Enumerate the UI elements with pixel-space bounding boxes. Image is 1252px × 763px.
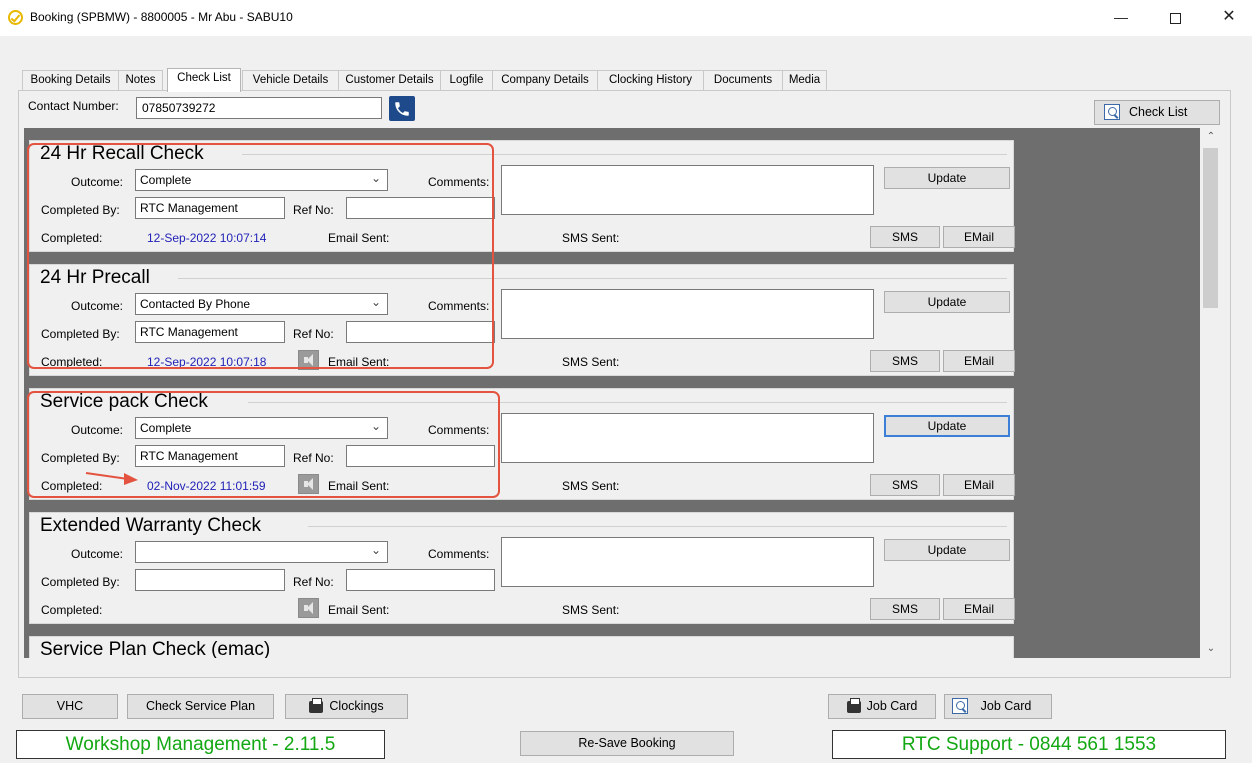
maximize-button[interactable] <box>1160 5 1190 29</box>
update-button[interactable]: Update <box>884 415 1010 437</box>
email-button[interactable]: EMail <box>943 474 1015 496</box>
checklist-scroll-area[interactable]: 24 Hr Recall Check Outcome: Complete ⌄ C… <box>24 128 1222 658</box>
scroll-thumb[interactable] <box>1203 148 1218 308</box>
section-extended-warranty-check: Extended Warranty Check Outcome: ⌄ Comme… <box>29 512 1015 624</box>
minimize-button[interactable]: — <box>1106 5 1136 29</box>
tab-logfile[interactable]: Logfile <box>440 70 493 90</box>
update-button[interactable]: Update <box>884 539 1010 561</box>
section-service-plan-check: Service Plan Check (emac) <box>29 636 1014 658</box>
tab-documents[interactable]: Documents <box>703 70 783 90</box>
sms-button[interactable]: SMS <box>870 350 940 372</box>
outcome-label: Outcome: <box>71 547 124 561</box>
speaker-icon[interactable] <box>298 598 319 618</box>
sms-button[interactable]: SMS <box>870 474 940 496</box>
update-button[interactable]: Update <box>884 291 1010 313</box>
tab-media[interactable]: Media <box>782 70 827 90</box>
phone-call-button[interactable] <box>389 96 415 121</box>
arrow-icon <box>85 472 138 485</box>
job-card-label: Job Card <box>980 699 1032 713</box>
clockings-label: Clockings <box>329 699 384 713</box>
tab-notes[interactable]: Notes <box>118 70 163 90</box>
vhc-button[interactable]: VHC <box>22 694 118 719</box>
magnifier-icon <box>952 698 968 714</box>
comments-label: Comments: <box>428 547 490 561</box>
completed-by-label: Completed By: <box>41 575 120 589</box>
comments-textarea[interactable] <box>501 413 874 463</box>
clockings-button[interactable]: Clockings <box>285 694 408 719</box>
ref-no-label: Ref No: <box>293 575 334 589</box>
email-sent-label: Email Sent: <box>328 603 390 617</box>
title-bar: Booking (SPBMW) - 8800005 - Mr Abu - SAB… <box>0 0 1252 36</box>
check-list-button-label: Check List <box>1129 105 1188 119</box>
magnifier-icon <box>1104 104 1120 120</box>
comments-textarea[interactable] <box>501 289 874 339</box>
vertical-scrollbar[interactable]: ⌃ ⌄ <box>1200 128 1222 658</box>
window-title: Booking (SPBMW) - 8800005 - Mr Abu - SAB… <box>30 10 293 24</box>
highlight-box <box>27 143 494 369</box>
section-title: Service Plan Check (emac) <box>40 639 271 658</box>
contact-number-input[interactable]: 07850739272 <box>136 97 382 119</box>
printer-icon <box>309 697 324 713</box>
app-logo-icon <box>8 10 23 25</box>
check-service-plan-button[interactable]: Check Service Plan <box>127 694 274 719</box>
close-button[interactable]: ✕ <box>1214 5 1244 29</box>
update-button[interactable]: Update <box>884 167 1010 189</box>
section-title: Extended Warranty Check <box>40 515 262 536</box>
sms-button[interactable]: SMS <box>870 598 940 620</box>
scroll-up-icon[interactable]: ⌃ <box>1200 128 1222 146</box>
version-label: Workshop Management - 2.11.5 <box>16 730 385 759</box>
print-job-card-button[interactable]: Job Card <box>828 694 936 719</box>
tab-check-list[interactable]: Check List <box>167 68 241 92</box>
phone-icon <box>395 102 409 116</box>
chevron-down-icon: ⌄ <box>370 543 381 557</box>
check-list-button[interactable]: Check List <box>1094 100 1220 125</box>
ref-no-input[interactable] <box>346 569 495 591</box>
contact-number-label: Contact Number: <box>28 99 119 113</box>
tab-vehicle-details[interactable]: Vehicle Details <box>242 70 339 90</box>
printer-icon <box>846 697 861 713</box>
completed-label: Completed: <box>41 603 103 617</box>
tab-clocking-history[interactable]: Clocking History <box>597 70 704 90</box>
support-phone-label: RTC Support - 0844 561 1553 <box>832 730 1226 759</box>
job-card-label: Job Card <box>866 699 918 713</box>
comments-textarea[interactable] <box>501 537 874 587</box>
tab-company-details[interactable]: Company Details <box>492 70 598 90</box>
scroll-down-icon[interactable]: ⌄ <box>1200 640 1222 658</box>
sms-button[interactable]: SMS <box>870 226 940 248</box>
section-divider <box>308 526 1007 527</box>
email-button[interactable]: EMail <box>943 350 1015 372</box>
sms-sent-label: SMS Sent: <box>562 231 620 245</box>
comments-textarea[interactable] <box>501 165 874 215</box>
email-button[interactable]: EMail <box>943 598 1015 620</box>
email-button[interactable]: EMail <box>943 226 1015 248</box>
resave-booking-button[interactable]: Re-Save Booking <box>520 731 734 756</box>
preview-job-card-button[interactable]: Job Card <box>944 694 1052 719</box>
sms-sent-label: SMS Sent: <box>562 603 620 617</box>
tab-booking-details[interactable]: Booking Details <box>22 70 119 90</box>
outcome-dropdown[interactable]: ⌄ <box>135 541 388 563</box>
sms-sent-label: SMS Sent: <box>562 355 620 369</box>
sms-sent-label: SMS Sent: <box>562 479 620 493</box>
tab-customer-details[interactable]: Customer Details <box>338 70 441 90</box>
completed-by-input[interactable] <box>135 569 285 591</box>
